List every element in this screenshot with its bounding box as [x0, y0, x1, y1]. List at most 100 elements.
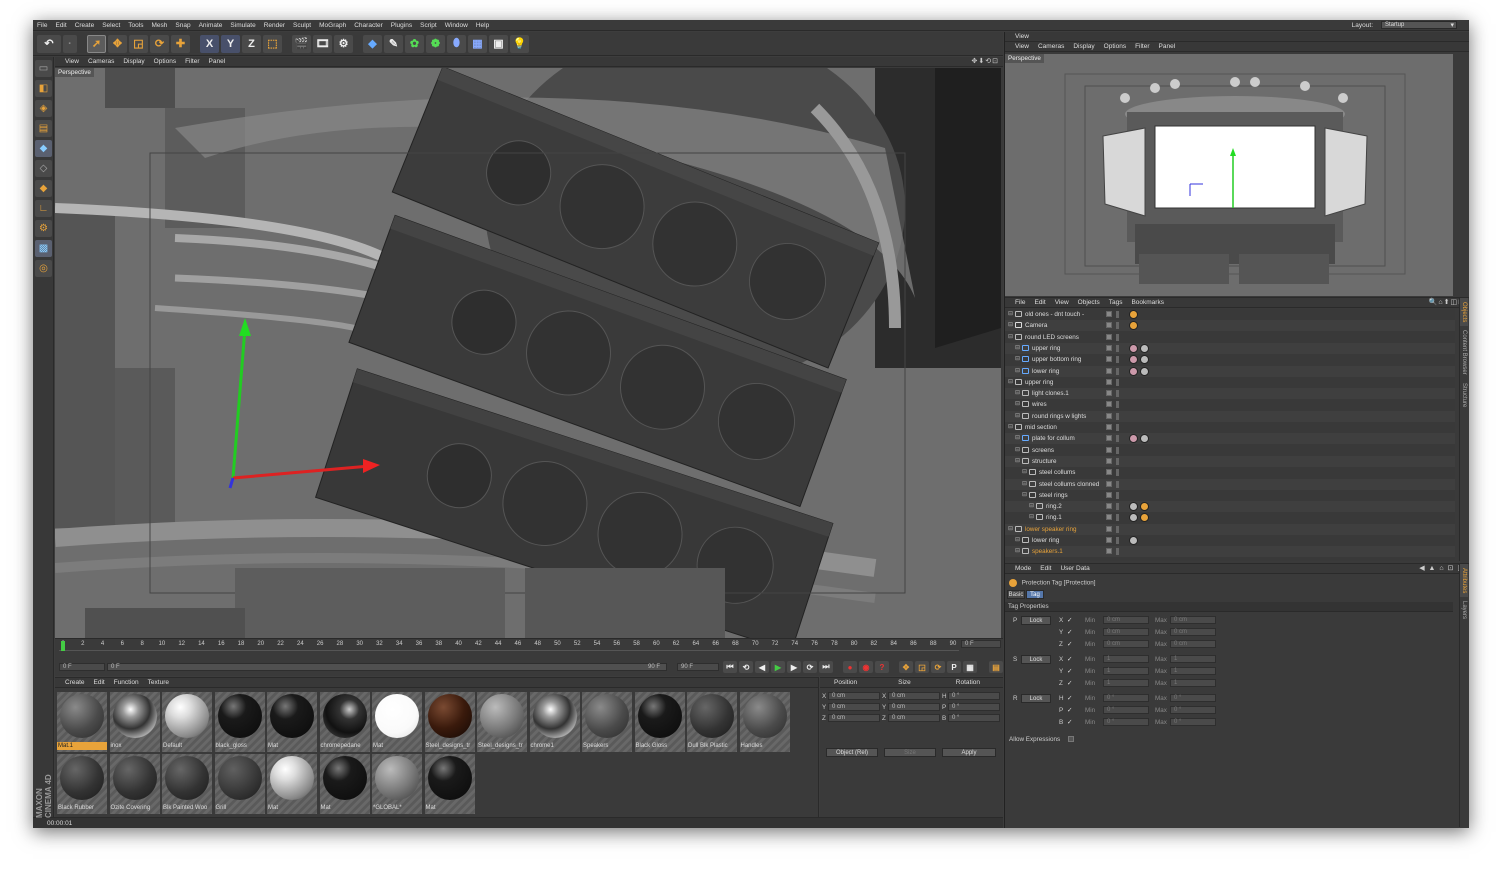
tree-expand-icon[interactable]: ⊟ [1008, 332, 1013, 343]
menu-animate[interactable]: Animate [195, 22, 227, 29]
current-frame-field[interactable]: 0 F [59, 663, 105, 671]
visibility-dots-icon[interactable] [1116, 424, 1119, 431]
key-rotation-icon[interactable]: ⟳ [931, 661, 945, 673]
mat-tag-icon[interactable] [1140, 434, 1149, 444]
tab-tag[interactable]: Tag [1026, 590, 1044, 599]
side-tab-layers[interactable]: Layers [1460, 597, 1468, 623]
prev-key-icon[interactable]: ⟲ [739, 661, 753, 673]
y-axis-button[interactable]: Y [221, 34, 240, 53]
viewport-menu-view[interactable]: View [61, 58, 83, 65]
tree-expand-icon[interactable]: ⊟ [1015, 445, 1020, 456]
prev-frame-icon[interactable]: ◀ [755, 661, 769, 673]
range-slider[interactable]: 0 F 90 F [107, 663, 667, 671]
x-axis-button[interactable]: X [200, 34, 219, 53]
workplane-icon[interactable]: ▤ [35, 120, 52, 137]
z-axis-button[interactable]: Z [242, 34, 261, 53]
object-row[interactable]: ⊟ Camera [1005, 320, 1455, 332]
visibility-dots-icon[interactable] [1116, 367, 1119, 375]
go-to-end-icon[interactable]: ⏭ [819, 661, 833, 673]
make-editable-icon[interactable]: ▭ [35, 60, 52, 77]
move-tool-icon[interactable]: ✥ [108, 34, 127, 53]
render-settings-icon[interactable]: ⚙ [334, 34, 353, 53]
material-menu-texture[interactable]: Texture [144, 679, 173, 686]
material-swatch[interactable]: Steel_designs_tr [477, 692, 527, 752]
tab-basic[interactable]: Basic [1007, 590, 1025, 599]
attribute-menu-edit[interactable]: Edit [1036, 565, 1055, 572]
size-field[interactable]: 0 cm [888, 703, 940, 711]
visibility-dots-icon[interactable] [1116, 435, 1119, 443]
tree-expand-icon[interactable]: ⊟ [1022, 490, 1027, 501]
layer-color-icon[interactable] [1106, 514, 1112, 521]
material-swatch[interactable]: Speakers [582, 692, 632, 752]
visibility-dots-icon[interactable] [1116, 491, 1119, 499]
menu-create[interactable]: Create [71, 22, 99, 29]
position-field[interactable]: 0 cm [828, 703, 880, 711]
visibility-dots-icon[interactable] [1116, 401, 1119, 409]
axis-checkbox[interactable]: ✓ [1067, 707, 1072, 714]
lock-dropdown[interactable]: Lock [1021, 655, 1051, 664]
record-keys-icon[interactable]: ● [843, 661, 857, 673]
material-swatch[interactable]: Steel_designs_tr [424, 692, 475, 752]
material-swatch[interactable]: Grill [214, 754, 265, 814]
object-menu-bookmarks[interactable]: Bookmarks [1127, 299, 1168, 306]
material-swatch[interactable]: Mat [372, 692, 422, 752]
size-mode-dropdown[interactable]: Size [884, 748, 936, 757]
layer-color-icon[interactable] [1106, 537, 1112, 543]
material-swatch[interactable]: *GLOBAL* [372, 754, 422, 814]
visibility-dots-icon[interactable] [1116, 378, 1119, 386]
tree-expand-icon[interactable]: ⊟ [1008, 377, 1013, 388]
lock-dropdown[interactable]: Lock [1021, 616, 1051, 625]
material-swatch[interactable]: Black Gloss [634, 692, 685, 752]
viewport-menu-options[interactable]: Options [150, 58, 180, 65]
layer-color-icon[interactable] [1106, 322, 1112, 329]
layer-color-icon[interactable] [1106, 457, 1112, 464]
max-field[interactable]: 0 ° [1170, 706, 1216, 714]
menu-character[interactable]: Character [350, 22, 387, 29]
tree-expand-icon[interactable]: ⊟ [1015, 546, 1020, 557]
visibility-dots-icon[interactable] [1116, 548, 1119, 556]
layer-color-icon[interactable] [1106, 367, 1112, 374]
menu-help[interactable]: Help [472, 22, 493, 29]
max-field[interactable]: 1 [1170, 679, 1216, 687]
material-swatch[interactable]: Ozite Covering [109, 754, 160, 814]
rotation-field[interactable]: 0 ° [948, 703, 1000, 711]
secondary-view-menu-filter[interactable]: Filter [1131, 43, 1153, 50]
coordinate-mode-dropdown[interactable]: Object (Rel) [826, 748, 878, 757]
end-frame-field[interactable]: 90 F [677, 663, 719, 671]
material-swatch[interactable]: black_gloss [214, 692, 265, 752]
camera-icon[interactable]: ▣ [489, 34, 508, 53]
secondary-view-menu-cameras[interactable]: Cameras [1034, 43, 1068, 50]
size-field[interactable]: 0 cm [888, 692, 940, 700]
protect-tag-icon[interactable] [1129, 310, 1138, 319]
menu-window[interactable]: Window [441, 22, 472, 29]
min-field[interactable]: 0 ° [1103, 718, 1149, 726]
key-scale-icon[interactable]: ◲ [915, 661, 929, 673]
menu-mograph[interactable]: MoGraph [315, 22, 350, 29]
min-field[interactable]: 0 cm [1103, 640, 1149, 648]
material-swatch[interactable]: Mat.1 [57, 692, 107, 752]
object-menu-objects[interactable]: Objects [1074, 299, 1104, 306]
tree-expand-icon[interactable]: ⊟ [1015, 343, 1020, 354]
menu-simulate[interactable]: Simulate [226, 22, 259, 29]
position-field[interactable]: 0 cm [828, 714, 880, 722]
axis-checkbox[interactable]: ✓ [1067, 641, 1072, 648]
material-swatch[interactable]: Mat [319, 754, 370, 814]
object-row[interactable]: ⊟ mid section [1005, 422, 1455, 433]
viewport-menu-panel[interactable]: Panel [205, 58, 230, 65]
tree-expand-icon[interactable]: ⊟ [1015, 456, 1020, 467]
edges-mode-icon[interactable]: ◇ [35, 160, 52, 177]
layer-color-icon[interactable] [1106, 491, 1112, 498]
rotation-field[interactable]: 0 ° [948, 692, 1000, 700]
menu-file[interactable]: File [33, 22, 51, 29]
menu-snap[interactable]: Snap [171, 22, 194, 29]
material-swatch[interactable]: Mat [424, 754, 475, 814]
object-row[interactable]: ⊟ round LED screens [1005, 332, 1455, 343]
layer-color-icon[interactable] [1106, 311, 1112, 317]
object-row[interactable]: ⊟ light clones.1 [1005, 388, 1455, 400]
object-row[interactable]: ⊟ steel collums [1005, 467, 1455, 478]
cube-primitive-icon[interactable]: ◆ [363, 34, 382, 53]
material-swatch[interactable]: Handles [739, 692, 790, 752]
protect-tag-icon[interactable] [1129, 321, 1138, 331]
tree-expand-icon[interactable]: ⊟ [1008, 524, 1013, 535]
animation-lock-icon[interactable]: ◎ [35, 260, 52, 277]
